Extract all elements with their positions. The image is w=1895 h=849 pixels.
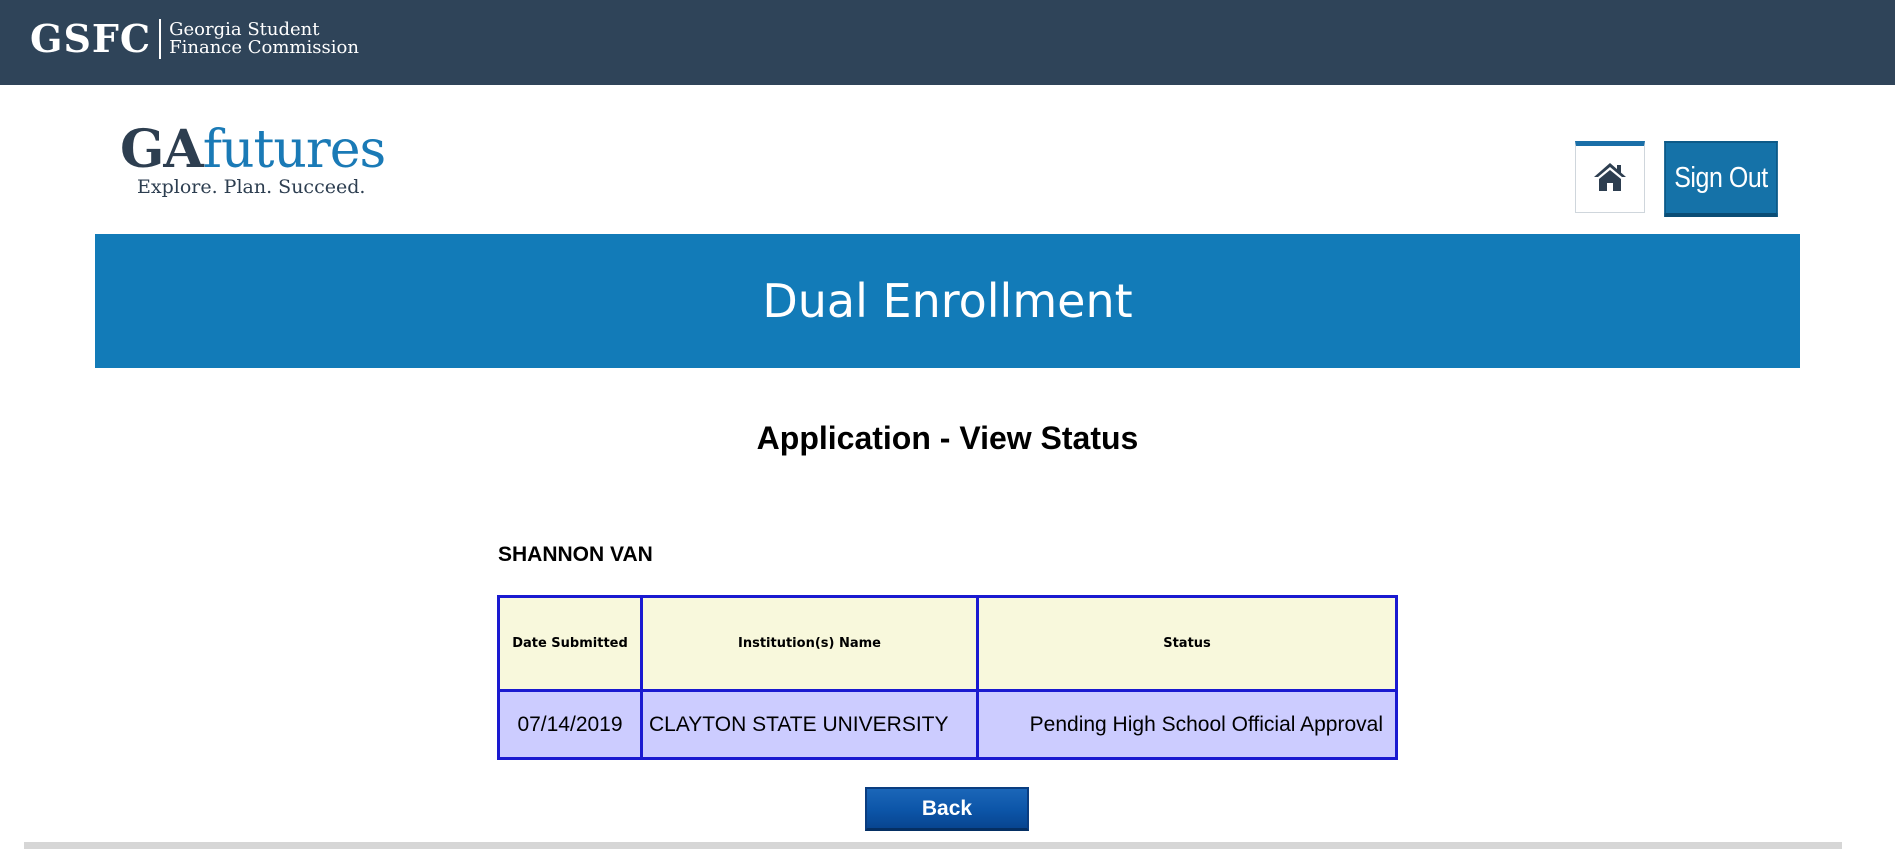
gafutures-wordmark-futures: futures xyxy=(202,120,386,180)
column-header-date-submitted: Date Submitted xyxy=(497,595,643,692)
gsfc-name-line2: Finance Commission xyxy=(169,37,359,58)
horizontal-scrollbar[interactable] xyxy=(24,842,1842,849)
gafutures-tagline: Explore. Plan. Succeed. xyxy=(137,176,366,198)
gsfc-logo-abbr: GSFC xyxy=(30,16,152,61)
column-header-institution-name: Institution(s) Name xyxy=(640,595,979,692)
application-status-table: Date Submitted Institution(s) Name Statu… xyxy=(497,595,1398,760)
table-header-row: Date Submitted Institution(s) Name Statu… xyxy=(497,595,1398,692)
home-icon xyxy=(1593,162,1627,197)
banner-title: Dual Enrollment xyxy=(762,274,1133,328)
gsfc-logo[interactable]: GSFC Georgia Student Finance Commission xyxy=(30,17,359,61)
table-row: 07/14/2019 CLAYTON STATE UNIVERSITY Pend… xyxy=(497,689,1398,760)
gsfc-topbar: GSFC Georgia Student Finance Commission xyxy=(0,0,1895,85)
gsfc-logo-divider xyxy=(159,19,162,59)
page-banner: Dual Enrollment xyxy=(95,234,1800,368)
back-button[interactable]: Back xyxy=(865,787,1029,831)
sign-out-button[interactable]: Sign Out xyxy=(1664,141,1778,217)
gafutures-logo[interactable]: GAfutures Explore. Plan. Succeed. xyxy=(120,119,386,199)
cell-date-submitted: 07/14/2019 xyxy=(497,689,643,760)
cell-institution-name: CLAYTON STATE UNIVERSITY xyxy=(640,689,979,760)
gsfc-logo-name: Georgia Student Finance Commission xyxy=(169,21,359,57)
student-name: SHANNON VAN xyxy=(498,543,653,566)
cell-status: Pending High School Official Approval xyxy=(976,689,1398,760)
home-button[interactable] xyxy=(1575,141,1645,213)
column-header-status: Status xyxy=(976,595,1398,692)
gafutures-wordmark: GAfutures xyxy=(120,119,386,180)
page-title: Application - View Status xyxy=(756,420,1139,456)
gafutures-wordmark-ga: GA xyxy=(120,119,204,180)
